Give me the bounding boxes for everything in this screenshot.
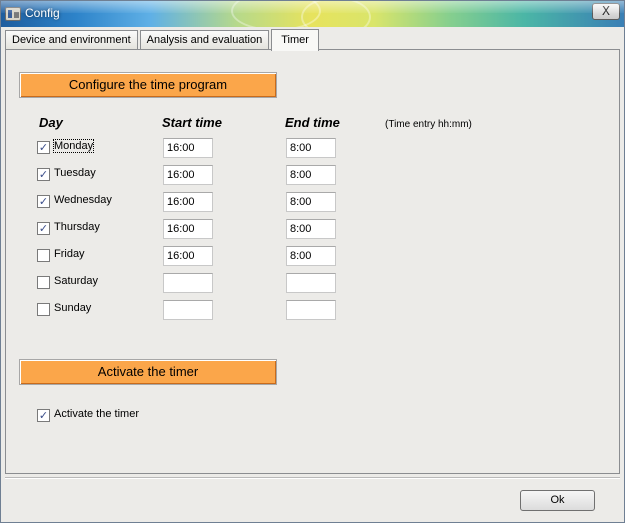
sunday-checkbox[interactable]: ✓	[37, 303, 50, 316]
wednesday-checkbox[interactable]: ✓	[37, 195, 50, 208]
ok-button[interactable]: Ok	[520, 490, 595, 511]
tuesday-end-time-input[interactable]: 8:00	[286, 165, 336, 185]
sunday-start-time-input[interactable]	[163, 300, 213, 320]
activate-timer-label: Activate the timer	[54, 408, 139, 420]
day-label: Monday	[52, 139, 95, 153]
day-row-friday: ✓ Friday 16:00 8:00	[37, 246, 437, 266]
window-title: Config	[25, 6, 60, 20]
saturday-checkbox[interactable]: ✓	[37, 276, 50, 289]
day-label: Sunday	[54, 302, 92, 314]
tab-analysis-evaluation[interactable]: Analysis and evaluation	[139, 30, 270, 50]
monday-checkbox[interactable]: ✓	[37, 141, 50, 154]
monday-start-time-input[interactable]: 16:00	[163, 138, 213, 158]
saturday-start-time-input[interactable]	[163, 273, 213, 293]
thursday-start-time-input[interactable]: 16:00	[163, 219, 213, 239]
titlebar-decoration	[301, 1, 371, 27]
friday-start-time-input[interactable]: 16:00	[163, 246, 213, 266]
friday-end-time-input[interactable]: 8:00	[286, 246, 336, 266]
title-bar[interactable]: Config X	[1, 1, 624, 27]
day-row-monday: ✓ Monday 16:00 8:00	[37, 138, 437, 158]
thursday-checkbox[interactable]: ✓	[37, 222, 50, 235]
footer-divider	[5, 477, 620, 479]
day-label: Friday	[54, 248, 85, 260]
day-row-sunday: ✓ Sunday	[37, 300, 437, 320]
wednesday-start-time-input[interactable]: 16:00	[163, 192, 213, 212]
saturday-end-time-input[interactable]	[286, 273, 336, 293]
thursday-end-time-input[interactable]: 8:00	[286, 219, 336, 239]
activate-timer-button[interactable]: Activate the timer	[19, 359, 277, 385]
day-row-tuesday: ✓ Tuesday 16:00 8:00	[37, 165, 437, 185]
sunday-end-time-input[interactable]	[286, 300, 336, 320]
start-time-column-header: Start time	[162, 115, 222, 130]
configure-time-program-button[interactable]: Configure the time program	[19, 72, 277, 98]
tuesday-checkbox[interactable]: ✓	[37, 168, 50, 181]
monday-end-time-input[interactable]: 8:00	[286, 138, 336, 158]
app-icon	[5, 7, 21, 21]
tab-strip: Device and environment Analysis and eval…	[5, 29, 321, 51]
day-row-thursday: ✓ Thursday 16:00 8:00	[37, 219, 437, 239]
close-button[interactable]: X	[592, 3, 620, 20]
tab-device-environment[interactable]: Device and environment	[5, 30, 138, 50]
tuesday-start-time-input[interactable]: 16:00	[163, 165, 213, 185]
day-label: Thursday	[54, 221, 100, 233]
activate-timer-row: ✓ Activate the timer	[37, 406, 237, 426]
day-column-header: Day	[39, 115, 63, 130]
time-entry-hint: (Time entry hh:mm)	[385, 119, 472, 130]
wednesday-end-time-input[interactable]: 8:00	[286, 192, 336, 212]
activate-timer-checkbox[interactable]: ✓	[37, 409, 50, 422]
end-time-column-header: End time	[285, 115, 340, 130]
day-row-saturday: ✓ Saturday	[37, 273, 437, 293]
day-row-wednesday: ✓ Wednesday 16:00 8:00	[37, 192, 437, 212]
friday-checkbox[interactable]: ✓	[37, 249, 50, 262]
day-label: Wednesday	[54, 194, 112, 206]
timer-panel: Configure the time program Day Start tim…	[5, 49, 620, 474]
tab-timer[interactable]: Timer	[271, 29, 319, 51]
config-window: Config X Device and environment Analysis…	[0, 0, 625, 523]
day-label: Saturday	[54, 275, 99, 287]
day-label: Tuesday	[54, 167, 96, 179]
